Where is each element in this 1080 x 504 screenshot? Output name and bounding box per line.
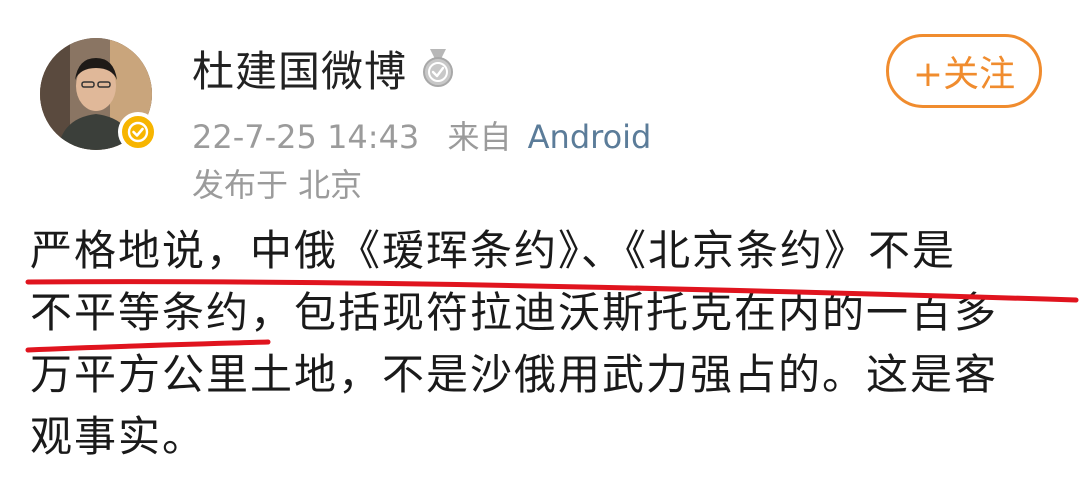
medal-icon[interactable]	[419, 47, 457, 89]
post-text-line: 万平方公里土地，不是沙俄用武力强占的。这是客	[30, 350, 999, 399]
verified-checkmark-icon	[118, 112, 158, 152]
avatar[interactable]	[40, 38, 158, 152]
post-source[interactable]: Android	[528, 118, 652, 156]
author-row: 杜建国微博	[192, 40, 457, 96]
post-body: 严格地说，中俄《瑷珲条约》、《北京条约》不是 不平等条约，包括现符拉迪沃斯托克在…	[30, 220, 1040, 468]
post-meta: 22-7-25 14:43 来自 Android	[192, 112, 651, 158]
weibo-post: 杜建国微博 22-7-25 14:43 来自 Android 发布于 北京 +关…	[0, 0, 1080, 504]
post-time: 22-7-25 14:43	[192, 118, 420, 156]
source-prefix: 来自	[447, 118, 512, 156]
post-text-line: 观事实。	[30, 412, 207, 461]
follow-button[interactable]: +关注	[886, 34, 1042, 108]
post-location: 发布于 北京	[192, 166, 363, 204]
post-text-line: 严格地说，中俄《瑷珲条约》、《北京条约》不是	[30, 226, 957, 275]
author-name[interactable]: 杜建国微博	[192, 38, 407, 99]
post-text-line: 不平等条约，包括现符拉迪沃斯托克在内的一百多	[30, 288, 999, 337]
